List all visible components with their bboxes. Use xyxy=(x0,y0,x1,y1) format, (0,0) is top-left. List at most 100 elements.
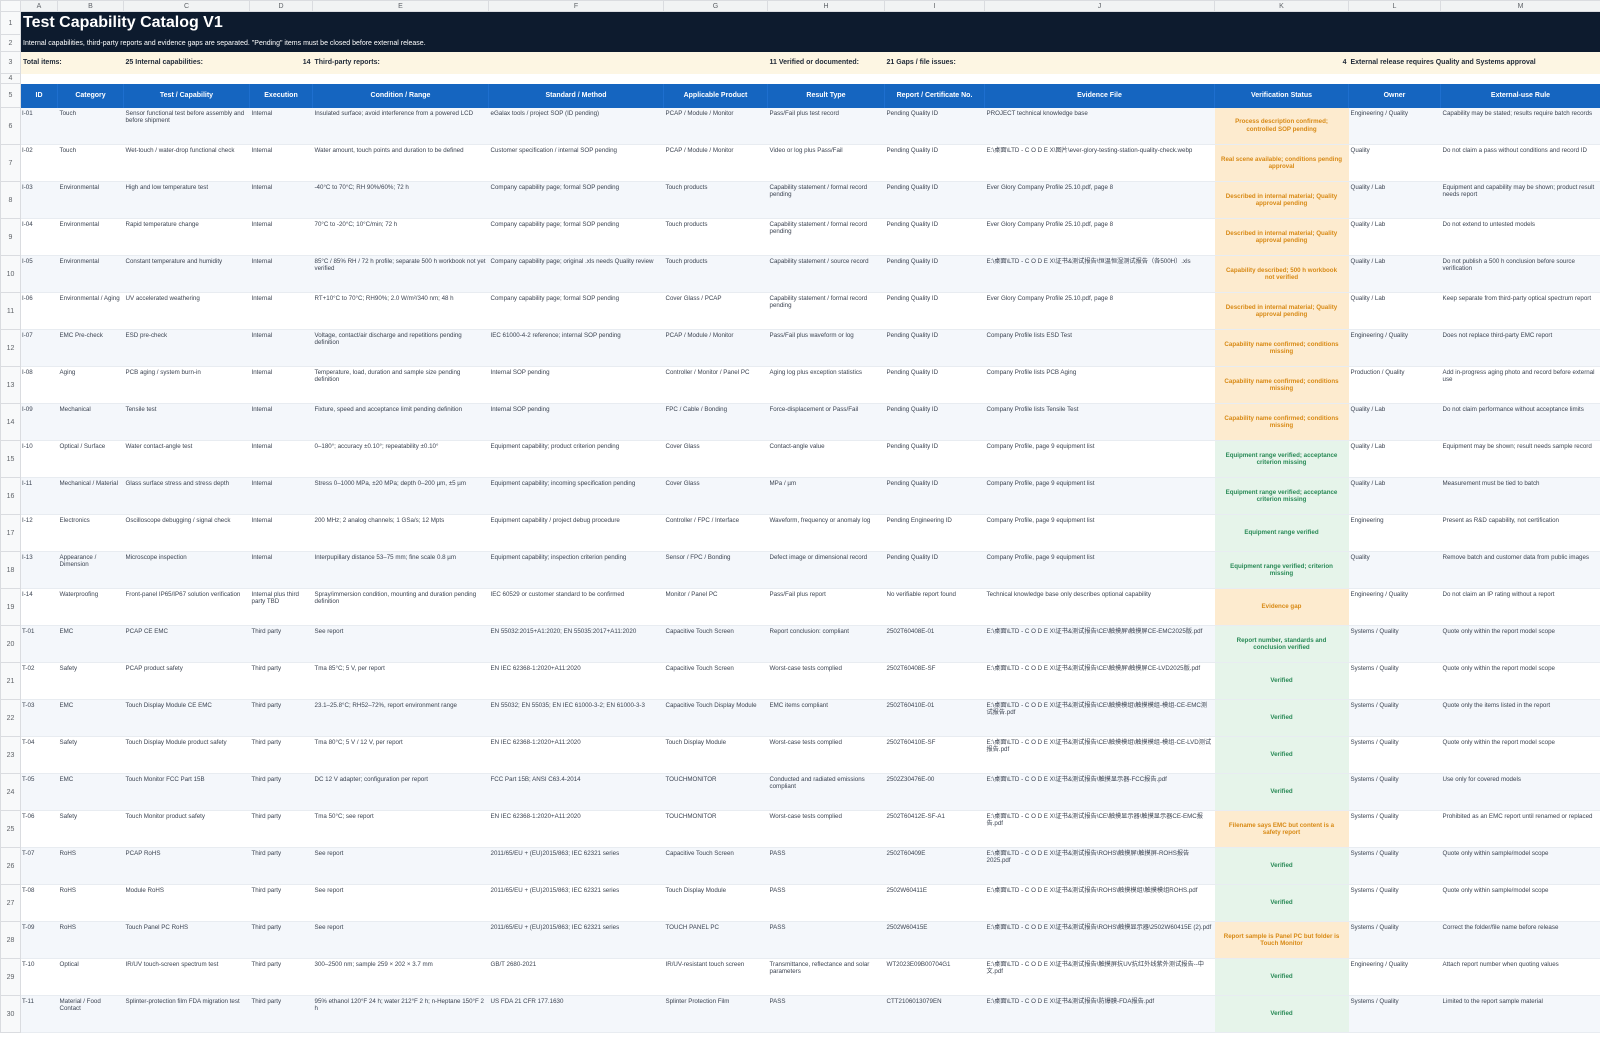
cell-product[interactable]: Cover Glass xyxy=(663,440,768,478)
cell-category[interactable]: EMC xyxy=(57,773,124,811)
cell-result[interactable]: Capability statement / source record xyxy=(767,255,885,293)
cell-capability[interactable]: Touch Display Module product safety xyxy=(123,736,250,774)
cell-rule[interactable]: Add in-progress aging photo and record b… xyxy=(1440,366,1600,404)
cell-report[interactable]: Pending Quality ID xyxy=(884,218,985,256)
cell-category[interactable]: RoHS xyxy=(57,921,124,959)
cell-execution[interactable]: Internal xyxy=(249,514,313,552)
cell-product[interactable]: Controller / Monitor / Panel PC xyxy=(663,366,768,404)
cell-rule[interactable]: Quote only within the report model scope xyxy=(1440,625,1600,663)
table-header-cell[interactable]: Test / Capability xyxy=(123,83,250,108)
cell-capability[interactable]: Touch Monitor product safety xyxy=(123,810,250,848)
cell-owner[interactable]: Engineering / Quality xyxy=(1348,107,1441,145)
cell-result[interactable]: Transmittance, reflectance and solar par… xyxy=(767,958,885,996)
cell-product[interactable]: Touch products xyxy=(663,255,768,293)
cell-result[interactable]: Pass/Fail plus waveform or log xyxy=(767,329,885,367)
cell-rule[interactable]: Do not claim a pass without conditions a… xyxy=(1440,144,1600,182)
cell-execution[interactable]: Internal xyxy=(249,292,313,330)
column-header[interactable]: M xyxy=(1440,0,1600,12)
cell-execution[interactable]: Third party xyxy=(249,773,313,811)
cell-rule[interactable]: Prohibited as an EMC report until rename… xyxy=(1440,810,1600,848)
cell-id[interactable]: T-08 xyxy=(20,884,58,922)
cell-result[interactable]: Contact-angle value xyxy=(767,440,885,478)
cell-rule[interactable]: Quote only within the report model scope xyxy=(1440,662,1600,700)
cell-category[interactable]: Electronics xyxy=(57,514,124,552)
cell-evidence[interactable]: E:\桌面\LTD - C O D E X\证书&测试报告\触摸显示器-FCC报… xyxy=(984,773,1215,811)
cell-evidence[interactable]: Ever Glory Company Profile 25.10.pdf, pa… xyxy=(984,181,1215,219)
cell-category[interactable]: Touch xyxy=(57,144,124,182)
cell-category[interactable]: RoHS xyxy=(57,884,124,922)
cell-evidence[interactable]: E:\桌面\LTD - C O D E X\证书&测试报告\ROHS\触摸显示器… xyxy=(984,921,1215,959)
cell-category[interactable]: Appearance / Dimension xyxy=(57,551,124,589)
cell-evidence[interactable]: E:\桌面\LTD - C O D E X\证书&测试报告\CE\触摸显示器\触… xyxy=(984,810,1215,848)
cell-id[interactable]: I-12 xyxy=(20,514,58,552)
column-header[interactable]: B xyxy=(57,0,124,12)
cell-report[interactable]: Pending Quality ID xyxy=(884,292,985,330)
cell-rule[interactable]: Do not claim performance without accepta… xyxy=(1440,403,1600,441)
summary-thirdparty-label[interactable]: Third-party reports: xyxy=(312,51,768,74)
cell-execution[interactable]: Third party xyxy=(249,736,313,774)
cell-result[interactable]: Defect image or dimensional record xyxy=(767,551,885,589)
cell-id[interactable]: T-07 xyxy=(20,847,58,885)
cell-category[interactable]: Optical xyxy=(57,958,124,996)
cell-report[interactable]: CTT2106013079EN xyxy=(884,995,985,1033)
cell-standard[interactable]: Company capability page; formal SOP pend… xyxy=(488,292,664,330)
column-header[interactable]: D xyxy=(249,0,313,12)
cell-standard[interactable]: Company capability page; original .xls n… xyxy=(488,255,664,293)
cell-result[interactable]: Worst-case tests complied xyxy=(767,662,885,700)
table-header-cell[interactable]: Execution xyxy=(249,83,313,108)
cell-category[interactable]: Environmental xyxy=(57,218,124,256)
cell-product[interactable]: Splinter Protection Film xyxy=(663,995,768,1033)
cell-result[interactable]: PASS xyxy=(767,921,885,959)
cell-evidence[interactable]: Company Profile lists PCB Aging xyxy=(984,366,1215,404)
cell-id[interactable]: I-05 xyxy=(20,255,58,293)
column-header[interactable]: E xyxy=(312,0,489,12)
cell-report[interactable]: No verifiable report found xyxy=(884,588,985,626)
cell-standard[interactable]: 2011/65/EU + (EU)2015/863; IEC 62321 ser… xyxy=(488,884,664,922)
cell-rule[interactable]: Capability may be stated; results requir… xyxy=(1440,107,1600,145)
cell-capability[interactable]: Microscope inspection xyxy=(123,551,250,589)
row-number[interactable]: 25 xyxy=(0,810,21,848)
cell-evidence[interactable]: E:\桌面\LTD - C O D E X\证书&测试报告\触摸屏抗UV抗红外线… xyxy=(984,958,1215,996)
column-header[interactable]: H xyxy=(767,0,885,12)
cell-product[interactable]: Capacitive Touch Screen xyxy=(663,662,768,700)
cell-execution[interactable]: Internal xyxy=(249,218,313,256)
cell-condition[interactable]: 95% ethanol 120°F 24 h; water 212°F 2 h;… xyxy=(312,995,489,1033)
cell-capability[interactable]: Tensile test xyxy=(123,403,250,441)
cell-product[interactable]: Cover Glass / PCAP xyxy=(663,292,768,330)
cell-report[interactable]: Pending Quality ID xyxy=(884,366,985,404)
cell-id[interactable]: I-07 xyxy=(20,329,58,367)
cell-product[interactable]: PCAP / Module / Monitor xyxy=(663,144,768,182)
row-number[interactable]: 24 xyxy=(0,773,21,811)
cell-evidence[interactable]: Company Profile lists ESD Test xyxy=(984,329,1215,367)
cell-report[interactable]: Pending Quality ID xyxy=(884,144,985,182)
cell-execution[interactable]: Third party xyxy=(249,995,313,1033)
cell-id[interactable]: T-10 xyxy=(20,958,58,996)
cell-id[interactable]: I-02 xyxy=(20,144,58,182)
cell-owner[interactable]: Quality / Lab xyxy=(1348,255,1441,293)
cell-status[interactable]: Capability name confirmed; conditions mi… xyxy=(1214,403,1349,441)
cell-category[interactable]: Mechanical xyxy=(57,403,124,441)
cell-execution[interactable]: Internal plus third party TBD xyxy=(249,588,313,626)
cell-execution[interactable]: Internal xyxy=(249,329,313,367)
cell-report[interactable]: 2502Z30476E-00 xyxy=(884,773,985,811)
cell-capability[interactable]: PCAP CE EMC xyxy=(123,625,250,663)
row-number[interactable]: 9 xyxy=(0,218,21,256)
cell-product[interactable]: Controller / FPC / Interface xyxy=(663,514,768,552)
cell-report[interactable]: Pending Quality ID xyxy=(884,551,985,589)
column-header[interactable]: K xyxy=(1214,0,1349,12)
cell-category[interactable]: EMC Pre-check xyxy=(57,329,124,367)
table-header-cell[interactable]: Result Type xyxy=(767,83,885,108)
cell-execution[interactable]: Third party xyxy=(249,921,313,959)
cell-report[interactable]: 2502T60408E-01 xyxy=(884,625,985,663)
cell-report[interactable]: Pending Engineering ID xyxy=(884,514,985,552)
cell-report[interactable]: 2502T60409E xyxy=(884,847,985,885)
cell-standard[interactable]: IEC 61000-4-2 reference; internal SOP pe… xyxy=(488,329,664,367)
cell-evidence[interactable]: E:\桌面\LTD - C O D E X\证书&测试报告\CE\触摸模组\触摸… xyxy=(984,699,1215,737)
cell-execution[interactable]: Internal xyxy=(249,255,313,293)
cell-standard[interactable]: Equipment capability; inspection criteri… xyxy=(488,551,664,589)
cell-standard[interactable]: US FDA 21 CFR 177.1630 xyxy=(488,995,664,1033)
cell-capability[interactable]: Oscilloscope debugging / signal check xyxy=(123,514,250,552)
cell-rule[interactable]: Quote only the items listed in the repor… xyxy=(1440,699,1600,737)
cell-owner[interactable]: Systems / Quality xyxy=(1348,810,1441,848)
summary-gaps-count-cell[interactable]: 4 xyxy=(984,51,1349,74)
